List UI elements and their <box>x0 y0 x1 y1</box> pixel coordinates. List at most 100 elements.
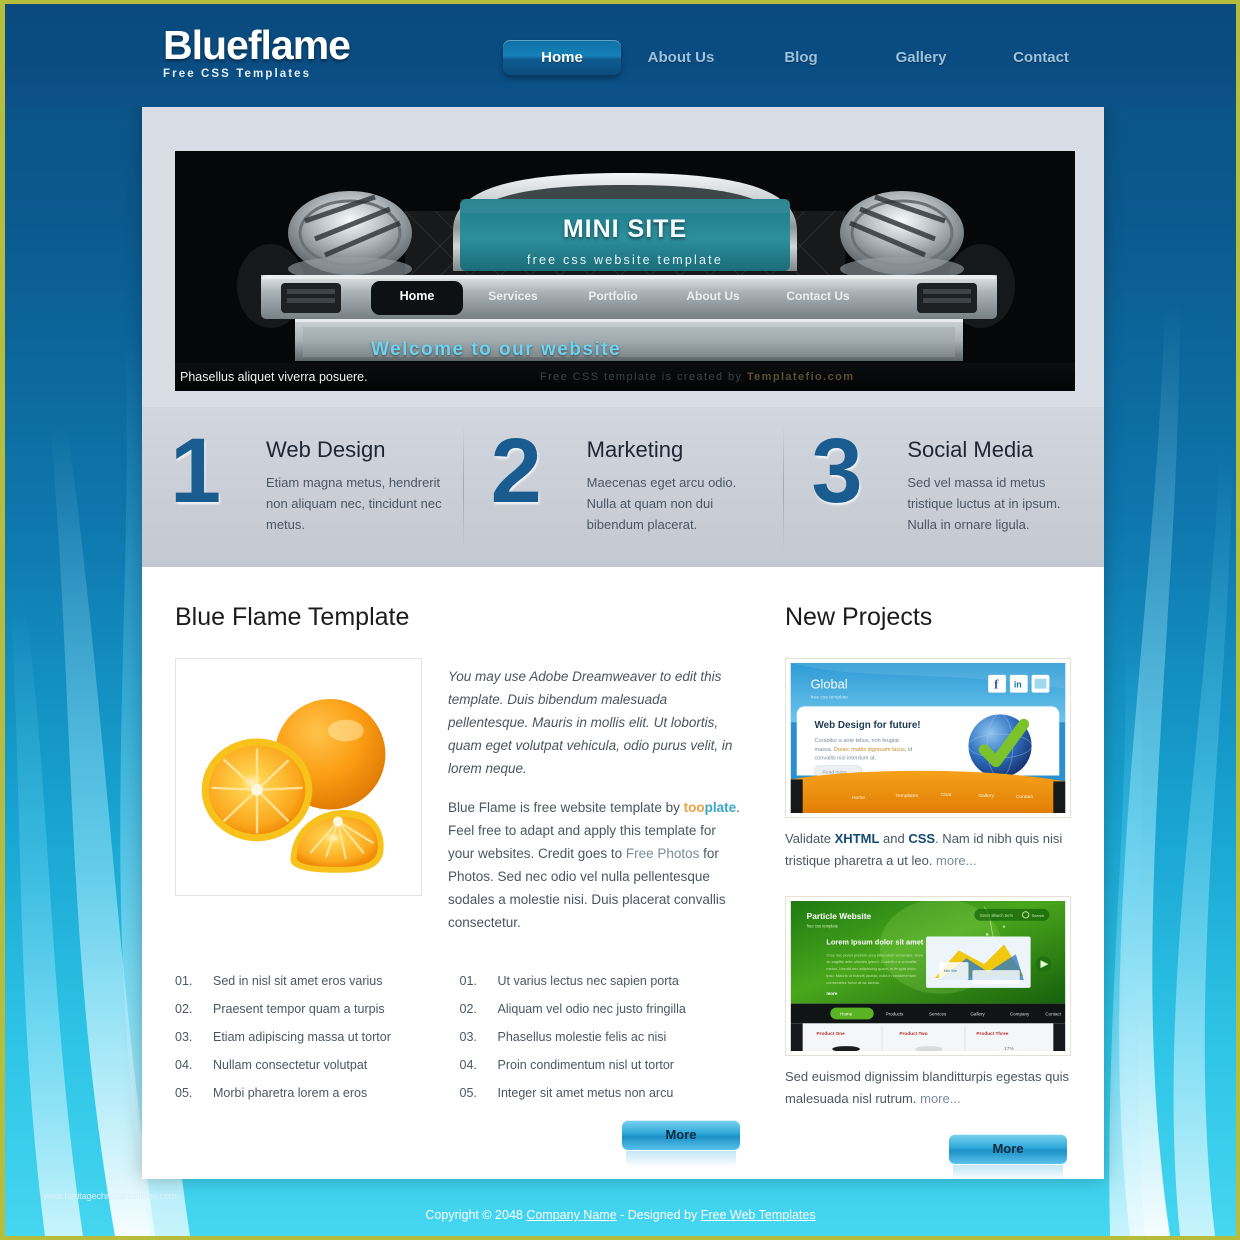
site-logo[interactable]: Blueflame Free CSS Templates <box>163 24 351 80</box>
main-more-button[interactable]: More <box>622 1120 740 1167</box>
page-root: Blueflame Free CSS Templates Home About … <box>5 4 1236 1236</box>
numbered-lists: 01. Sed in nisl sit amet eros varius 02. P… <box>175 974 744 1114</box>
feature-item-marketing: 2 Marketing Maecenas eget arcu odio. Nul… <box>462 407 784 567</box>
list-item-text: Sed in nisl sit amet eros varius <box>213 974 383 988</box>
banner-caption-bar: Phasellus aliquet viverra posuere. Free … <box>175 363 1075 391</box>
banner-headline: MINI SITE <box>562 215 688 243</box>
sidebar-more-button[interactable]: More <box>949 1134 1067 1179</box>
list-item[interactable]: 04. Nullam consectetur volutpat <box>175 1058 460 1086</box>
oranges-image <box>180 663 417 891</box>
list-item-number: 03. <box>175 1030 193 1044</box>
banner-menu-item-services[interactable]: Services <box>463 289 563 303</box>
svg-text:Company: Company <box>1010 1011 1030 1016</box>
svg-text:Products: Products <box>886 1011 905 1016</box>
list-item[interactable]: 03. Etiam adipiscing massa ut tortor <box>175 1030 460 1058</box>
tooplate-link[interactable]: tooplate <box>684 800 737 815</box>
banner-caption-left: Phasellus aliquet viverra posuere. <box>180 370 368 384</box>
nav-item-blog[interactable]: Blog <box>741 40 861 75</box>
banner-welcome-text: Welcome to our website <box>371 339 622 360</box>
company-name-link[interactable]: Company Name <box>526 1208 616 1222</box>
banner-car-dashboard-image <box>175 151 1075 391</box>
footer-copyright: Copyright © 2048 Company Name - Designed… <box>425 1208 815 1222</box>
caption-mid: and <box>879 831 909 846</box>
more-link[interactable]: more... <box>920 1091 960 1106</box>
feature-text: Etiam magna metus, hendrerit non aliquam… <box>266 475 442 532</box>
nav-item-contact[interactable]: Contact <box>981 40 1101 75</box>
svg-text:Cras nec purus pretium arcu bi: Cras nec purus pretium arcu bibendum ven… <box>826 952 923 957</box>
intro-body-1: Blue Flame is free website template by <box>448 800 684 815</box>
feature-number: 2 <box>490 420 542 522</box>
project-thumbnail-global[interactable]: Global free css template f in Web Design… <box>785 658 1071 818</box>
list-item-text: Aliquam vel odio nec justo fringilla <box>497 1002 686 1016</box>
list-item[interactable]: 02. Praesent tempor quam a turpis <box>175 1002 460 1030</box>
list-item-number: 04. <box>175 1058 193 1072</box>
page-title: Blue Flame Template <box>175 603 410 631</box>
svg-text:ipsu. Mauris ut blandit lacini: ipsu. Mauris ut blandit lacinia, nulla i… <box>826 973 917 978</box>
feature-title: Marketing <box>586 437 684 462</box>
site-header: Blueflame Free CSS Templates Home About … <box>5 4 1236 107</box>
svg-text:Lorem Ipsum dolor sit amet: Lorem Ipsum dolor sit amet <box>826 937 923 946</box>
svg-text:Search: Search <box>1032 913 1044 918</box>
project-thumbnail-particle[interactable]: Particle Website free css template Enter… <box>785 896 1071 1056</box>
svg-text:Particle Website: Particle Website <box>807 911 872 921</box>
list-item[interactable]: 05. Morbi pharetra lorem a eros <box>175 1086 460 1114</box>
list-item-text: Integer sit amet metus non arcu <box>497 1086 674 1100</box>
list-item[interactable]: 01. Sed in nisl sit amet eros varius <box>175 974 460 1002</box>
svg-text:f: f <box>994 678 999 692</box>
list-item-number: 02. <box>175 1002 193 1016</box>
feature-title: Social Media <box>907 437 1034 462</box>
svg-text:Templates: Templates <box>895 793 918 799</box>
svg-text:more: more <box>826 991 837 996</box>
site-footer: Copyright © 2048 Company Name - Designed… <box>5 1194 1236 1236</box>
caption-pre: Validate <box>785 831 835 846</box>
tooplate-link-part-2: plate <box>704 800 737 815</box>
list-item[interactable]: 05. Integer sit amet metus non arcu <box>460 1086 745 1114</box>
banner-menu-item-home[interactable]: Home <box>371 289 463 303</box>
list-item[interactable]: 03. Phasellus molestie felis ac nisi <box>460 1030 745 1058</box>
svg-text:Mini Site: Mini Site <box>944 969 957 973</box>
list-item-text: Phasellus molestie felis ac nisi <box>497 1030 667 1044</box>
list-item-number: 01. <box>175 974 193 988</box>
svg-text:Services: Services <box>929 1011 947 1016</box>
hero-banner[interactable]: MINI SITE free css website template Home… <box>175 151 1075 391</box>
nav-item-about-us[interactable]: About Us <box>621 40 741 75</box>
designer-link[interactable]: Free Web Templates <box>701 1208 816 1222</box>
sidebar-title: New Projects <box>785 603 933 631</box>
feature-item-web-design: 1 Web Design Etiam magna metus, hendreri… <box>142 407 463 567</box>
content-panel: MINI SITE free css website template Home… <box>142 107 1104 1179</box>
banner-caption-right-pre: Free CSS template is created by <box>540 371 747 383</box>
sidebar-new-projects: New Projects Global free css template f … <box>785 603 1071 1179</box>
list-item[interactable]: 04. Proin condimentum nisl ut tortor <box>460 1058 745 1086</box>
banner-menu-item-contact-us[interactable]: Contact Us <box>763 289 873 303</box>
svg-text:Global: Global <box>811 677 848 692</box>
svg-text:Web Design for future!: Web Design for future! <box>815 720 921 731</box>
list-item-number: 02. <box>459 1002 477 1016</box>
free-photos-link[interactable]: Free Photos <box>626 846 700 861</box>
list-item-number: 05. <box>459 1086 477 1100</box>
svg-text:Enter search term: Enter search term <box>980 913 1013 918</box>
nav-item-gallery[interactable]: Gallery <box>861 40 981 75</box>
banner-tagline: free css website template <box>526 253 724 267</box>
list-item[interactable]: 02. Aliquam vel odio nec justo fringilla <box>460 1002 745 1030</box>
svg-text:Contact: Contact <box>1045 1011 1061 1016</box>
list-item-number: 01. <box>459 974 477 988</box>
banner-menu-item-portfolio[interactable]: Portfolio <box>563 289 663 303</box>
list-item-text: Ut varius lectus nec sapien porta <box>497 974 679 988</box>
svg-text:consectetur tortor at ac lacin: consectetur tortor at ac lacinia. <box>826 980 880 985</box>
project-caption-particle: Sed euismod dignissim blanditturpis eges… <box>785 1066 1071 1110</box>
list-item-text: Morbi pharetra lorem a eros <box>213 1086 368 1100</box>
svg-text:free css template: free css template <box>811 695 849 701</box>
banner-caption-right-link[interactable]: Templatefio.com <box>747 371 855 383</box>
list-item-text: Praesent tempor quam a turpis <box>213 1002 385 1016</box>
feature-number: 1 <box>170 420 221 522</box>
banner-menu-item-about-us[interactable]: About Us <box>663 289 763 303</box>
more-link[interactable]: more... <box>936 853 976 868</box>
svg-text:massa. Donec mattis dignissim: massa. Donec mattis dignissim lacus, id <box>815 747 913 753</box>
svg-text:Chat: Chat <box>941 792 952 798</box>
list-item[interactable]: 01. Ut varius lectus nec sapien porta <box>460 974 745 1002</box>
main-column: Blue Flame Template You may use Adobe Dr… <box>175 603 744 1179</box>
nav-item-home[interactable]: Home <box>503 40 621 75</box>
list-left: 01. Sed in nisl sit amet eros varius 02. P… <box>175 974 460 1114</box>
main-more-button-row: More <box>175 1120 744 1167</box>
svg-text:17%: 17% <box>1004 1046 1014 1051</box>
